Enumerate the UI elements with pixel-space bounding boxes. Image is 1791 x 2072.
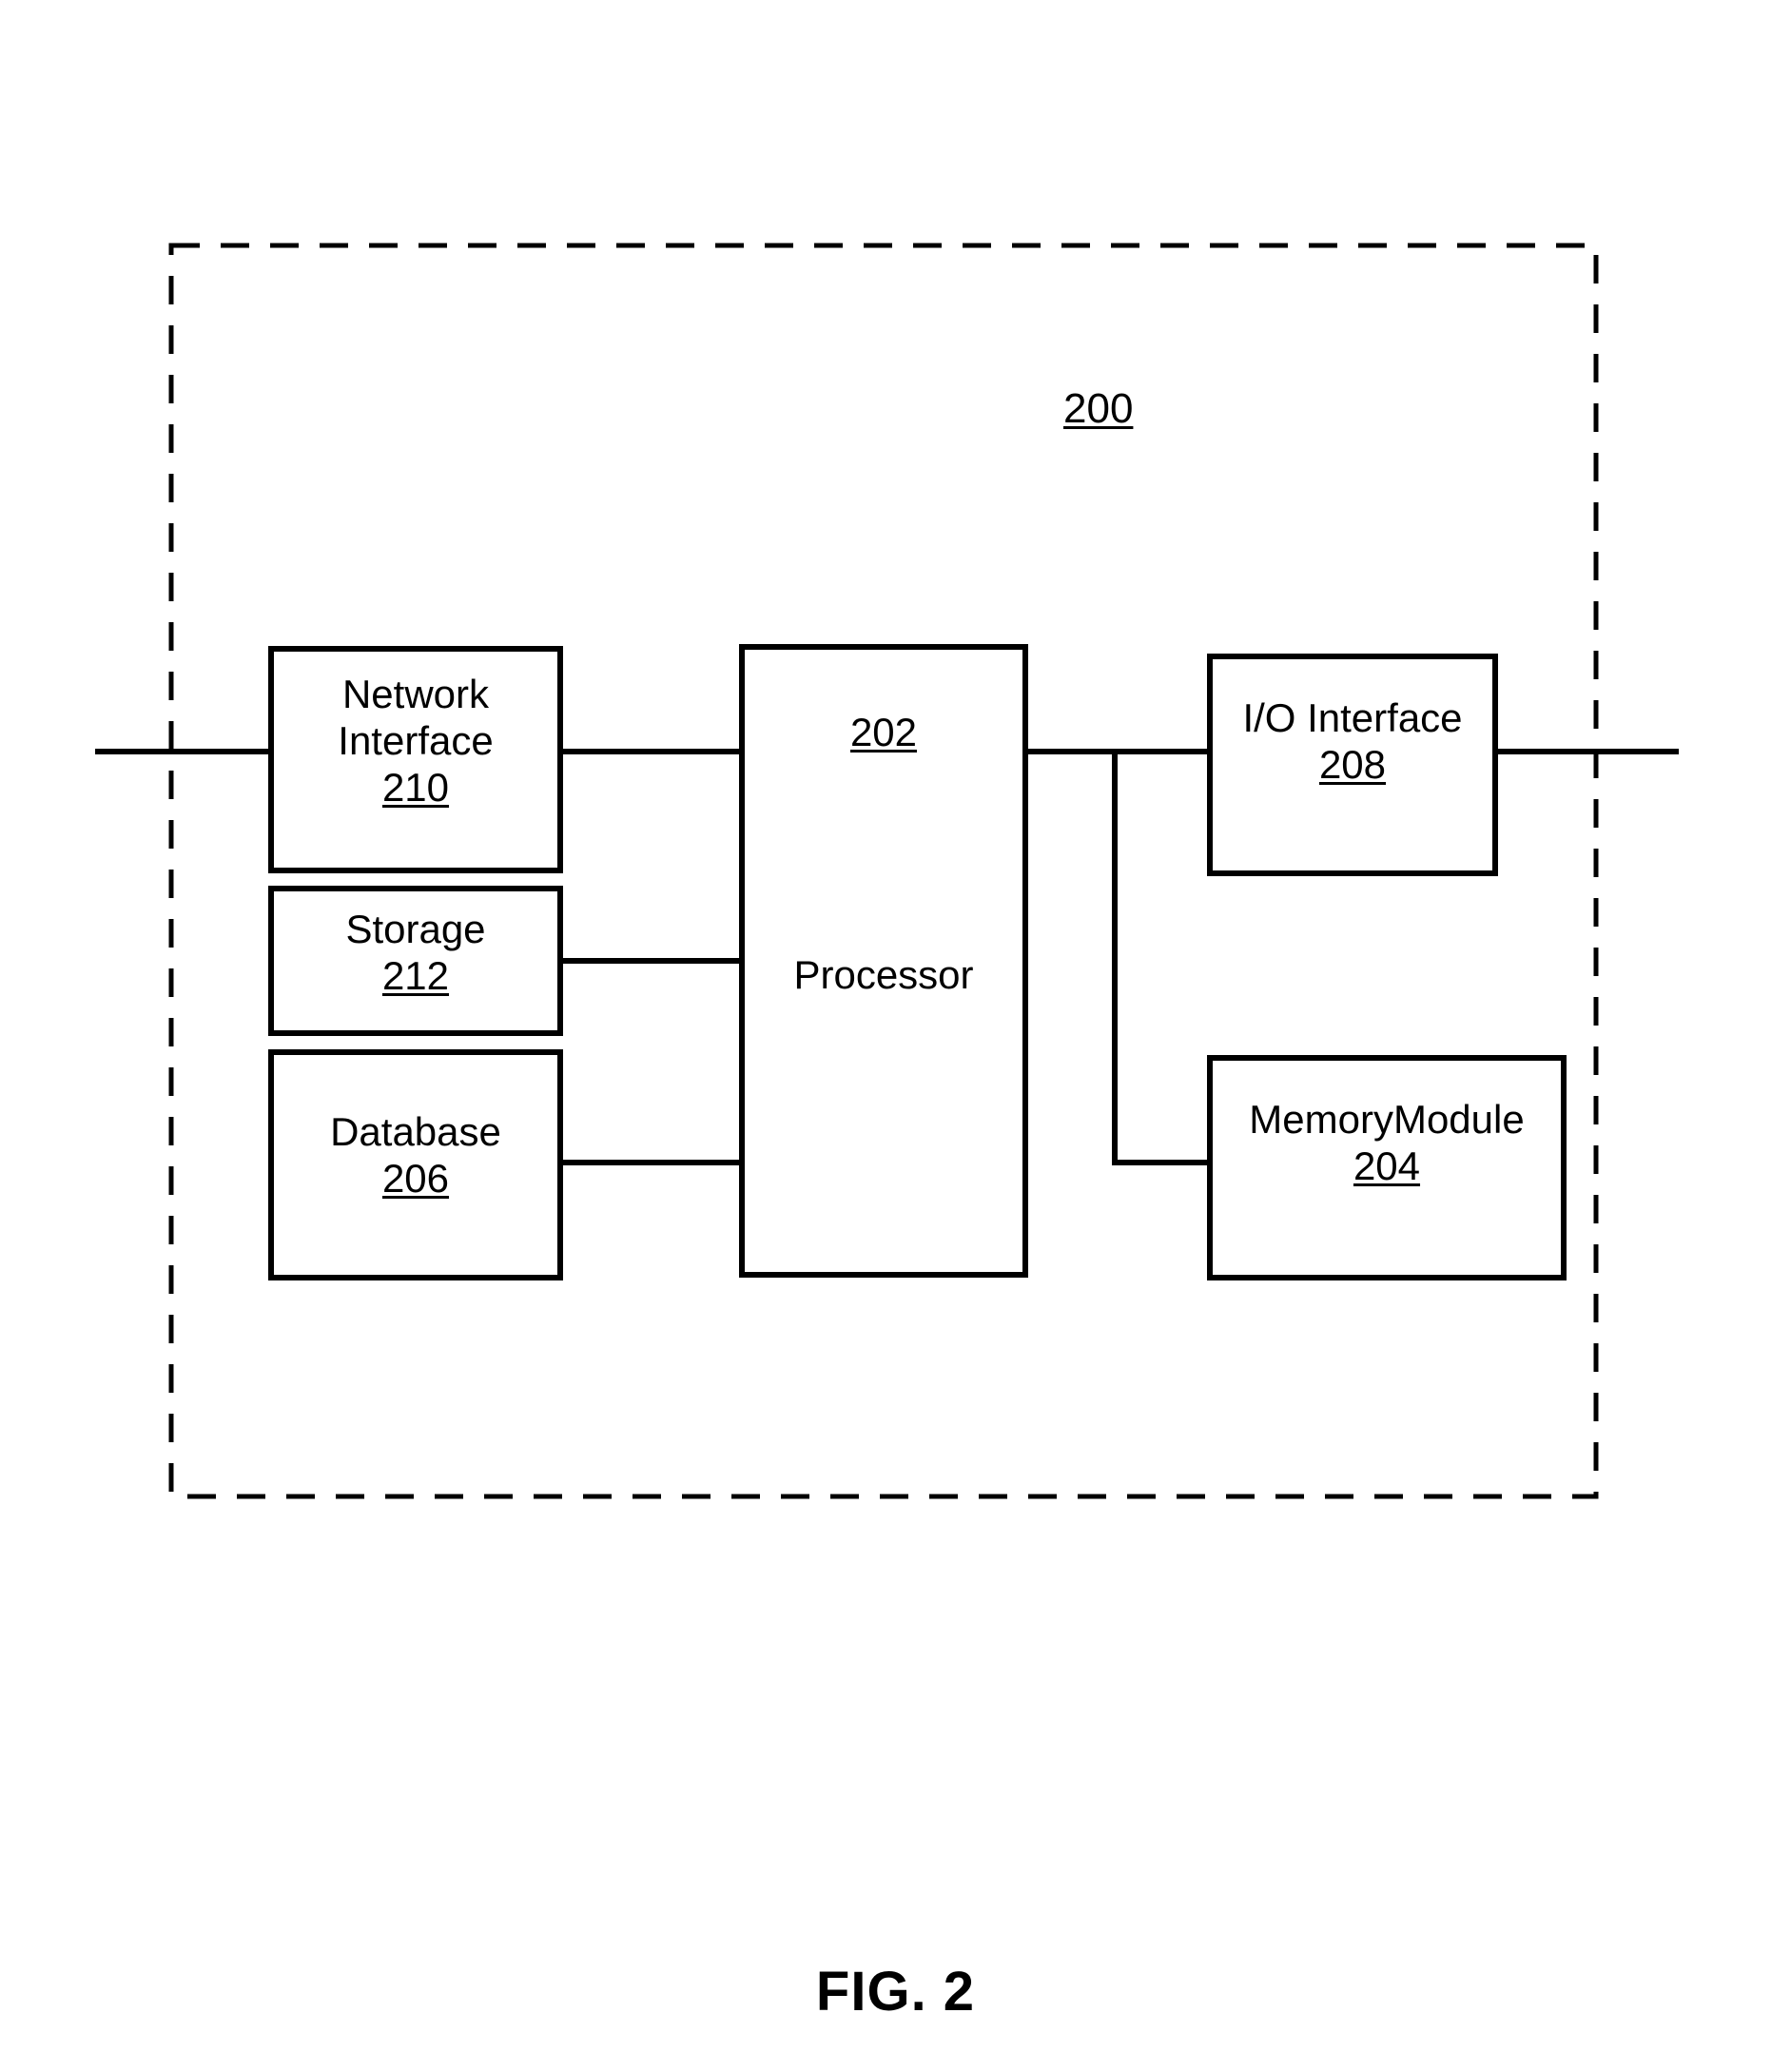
label-memory-module: MemoryModule 204: [1249, 1097, 1525, 1189]
label-io-interface: I/O Interface 208: [1242, 695, 1463, 788]
label-storage: Storage 212: [345, 907, 486, 999]
label-database: Database 206: [330, 1109, 501, 1202]
figure-caption: FIG. 2: [815, 1961, 976, 2023]
label-network-interface: Network Interface 210: [338, 672, 494, 811]
label-processor: Processor: [793, 952, 974, 997]
patent-figure-page: 200 Network Interface 210 Storage 212 Da…: [0, 0, 1791, 2072]
system-reference-numeral: 200: [1063, 385, 1134, 432]
connector-processor-memory-module: [1112, 752, 1210, 1165]
label-processor-ref: 202: [849, 710, 918, 754]
figure-diagram: [95, 243, 1679, 1499]
